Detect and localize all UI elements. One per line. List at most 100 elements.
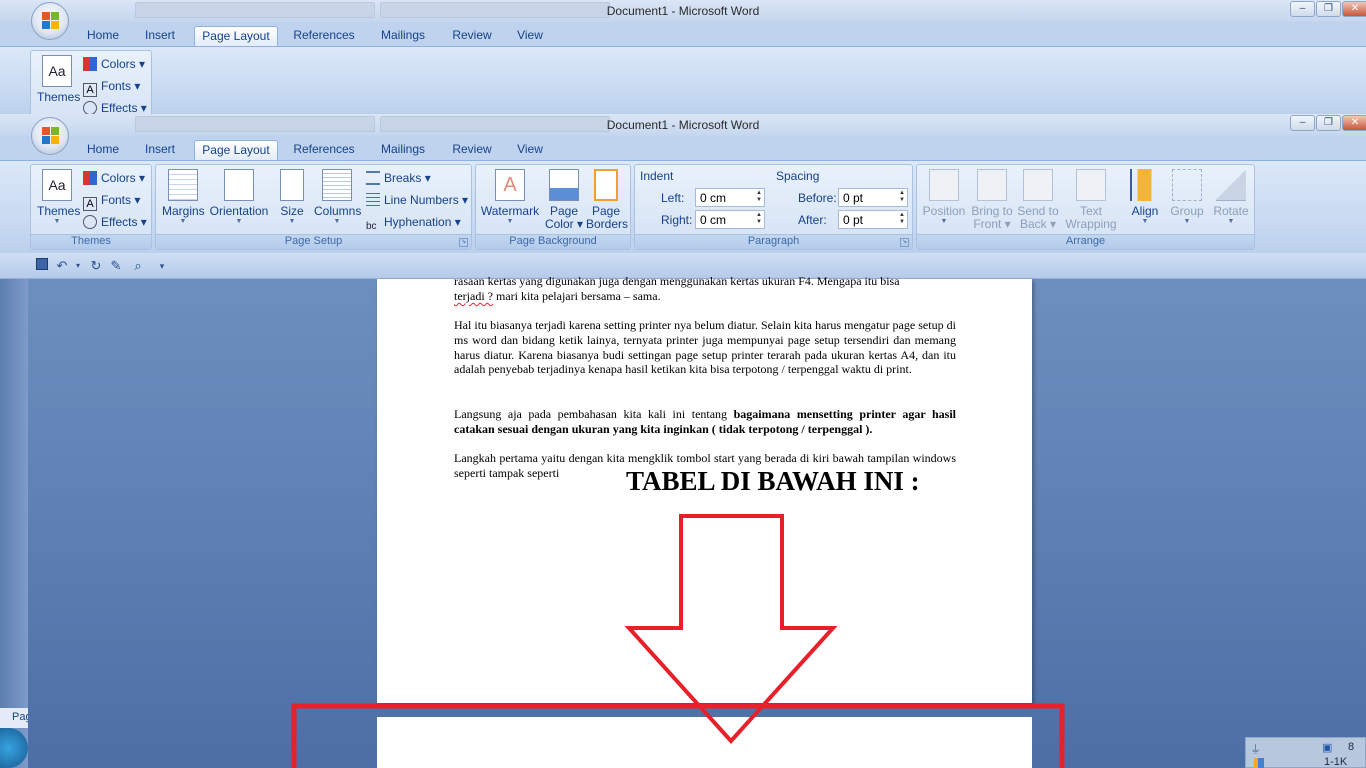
send-to-back-button[interactable]: Send to Back ▾ (1015, 169, 1061, 231)
bring-to-front-icon (977, 169, 1007, 201)
maximize-button[interactable]: ❐ (1316, 115, 1341, 131)
page-borders-icon (594, 169, 618, 201)
tab-review[interactable]: Review (448, 26, 496, 46)
rotate-button[interactable]: Rotate ▼ (1209, 169, 1253, 226)
office-button[interactable] (31, 2, 69, 40)
orientation-button[interactable]: Orientation ▼ (208, 169, 270, 226)
spacing-before-input[interactable]: 0 pt ▲ ▼ (838, 188, 908, 207)
indent-left-input[interactable]: 0 cm ▲ ▼ (695, 188, 765, 207)
group-themes: Aa Themes Colors ▾ A Fonts ▾ Effects ▾ (30, 50, 152, 114)
fonts-button[interactable]: A Fonts ▾ (83, 191, 140, 211)
document-paragraph-2: Hal itu biasanya terjadi karena setting … (454, 318, 956, 377)
colors-icon (83, 171, 97, 185)
text-wrapping-icon (1076, 169, 1106, 201)
page-borders-button[interactable]: Page Borders (586, 169, 628, 231)
dialog-launcher-icon[interactable]: ↘ (900, 238, 909, 247)
colors-icon (83, 57, 97, 71)
minimize-button[interactable]: – (1290, 115, 1315, 131)
minimize-button[interactable]: – (1290, 1, 1315, 17)
tab-references[interactable]: References (290, 26, 358, 46)
tab-review[interactable]: Review (448, 140, 496, 160)
margins-button[interactable]: Margins ▼ (162, 169, 205, 226)
group-caption-paragraph: Paragraph (635, 234, 912, 249)
position-icon (929, 169, 959, 201)
colors-button[interactable]: Colors ▾ (83, 169, 145, 187)
tab-home[interactable]: Home (80, 26, 126, 46)
group-icon (1172, 169, 1202, 201)
office-logo-icon (42, 12, 60, 30)
tray-value-a: 8 (1348, 741, 1355, 753)
themes-button[interactable]: Aa Themes ▼ (37, 169, 80, 226)
fonts-icon: A (83, 197, 97, 211)
tab-home[interactable]: Home (80, 140, 126, 160)
line-numbers-icon (366, 193, 380, 207)
network-icon[interactable]: ▣ (1322, 741, 1332, 754)
text-wrapping-button[interactable]: TextWrapping ▾ (1061, 169, 1121, 244)
line-numbers-button[interactable]: Line Numbers ▾ (366, 191, 468, 209)
themes-icon: Aa (42, 55, 72, 87)
columns-button[interactable]: Columns ▼ (314, 169, 361, 226)
edit-icon[interactable]: ✎ (108, 258, 124, 274)
document-paragraph-3: Langsung aja pada pembahasan kita kali i… (454, 407, 956, 436)
group-paragraph: Indent Left: 0 cm ▲ ▼ Right: 0 cm ▲ ▼ Spacin… (634, 164, 913, 250)
office-button[interactable] (31, 117, 69, 155)
tab-insert[interactable]: Insert (138, 140, 182, 160)
undo-icon[interactable]: ↶ (54, 258, 70, 274)
tray-value-b: 1-1K (1324, 756, 1348, 768)
tab-view[interactable]: View (510, 26, 550, 46)
breaks-icon (366, 171, 380, 185)
indent-left-label: Left: (661, 191, 685, 205)
align-icon (1130, 169, 1160, 201)
page-color-button[interactable]: Page Color ▾ (544, 169, 584, 231)
hyphenation-button[interactable]: bc Hyphenation ▾ (366, 213, 461, 232)
rotate-icon (1216, 169, 1246, 201)
indent-right-input[interactable]: 0 cm ▲ ▼ (695, 210, 765, 229)
title-bar: Document1 - Microsoft Word – ❐ ✕ (0, 0, 1366, 22)
tab-page-layout[interactable]: Page Layout (194, 140, 278, 160)
align-button[interactable]: Align ▼ (1125, 169, 1165, 226)
print-preview-icon[interactable]: ⌕ (130, 258, 146, 274)
close-button[interactable]: ✕ (1342, 1, 1366, 17)
effects-icon (83, 215, 97, 229)
send-to-back-icon (1023, 169, 1053, 201)
dialog-launcher-icon[interactable]: ↘ (459, 238, 468, 247)
redo-icon[interactable]: ↻ (88, 258, 104, 274)
tab-insert[interactable]: Insert (138, 26, 182, 46)
ribbon-back: Aa Themes Colors ▾ A Fonts ▾ Effects ▾ (0, 46, 1366, 114)
hyphenation-icon: bc (366, 221, 377, 232)
themes-button[interactable]: Aa Themes (37, 55, 80, 104)
window-title: Document1 - Microsoft Word (606, 4, 760, 18)
group-caption-page-background: Page Background (476, 234, 630, 249)
undo-dropdown-icon[interactable]: ▾ (70, 258, 86, 274)
tab-view[interactable]: View (510, 140, 550, 160)
document-page-next[interactable] (377, 717, 1032, 768)
bring-to-front-button[interactable]: Bring to Front ▾ (969, 169, 1015, 231)
group-button[interactable]: Group ▼ (1167, 169, 1207, 226)
fonts-button[interactable]: A Fonts ▾ (83, 77, 140, 97)
close-button[interactable]: ✕ (1342, 115, 1366, 131)
spacing-after-input[interactable]: 0 pt ▲ ▼ (838, 210, 908, 229)
tab-references[interactable]: References (290, 140, 358, 160)
tab-page-layout[interactable]: Page Layout (194, 26, 278, 46)
window-title: Document1 - Microsoft Word (606, 118, 760, 132)
colors-button[interactable]: Colors ▾ (83, 55, 145, 73)
maximize-button[interactable]: ❐ (1316, 1, 1341, 17)
tab-mailings[interactable]: Mailings (374, 26, 432, 46)
position-button[interactable]: Position ▼ (921, 169, 967, 226)
tray-icon[interactable]: ⏚ (1250, 741, 1261, 757)
customize-toolbar-icon[interactable]: ▾ (154, 258, 170, 274)
tab-mailings[interactable]: Mailings (374, 140, 432, 160)
watermark-button[interactable]: A Watermark ▼ (480, 169, 540, 226)
save-icon[interactable] (34, 258, 50, 274)
system-tray: ⏚ ▣ 8 1-1K (1245, 737, 1366, 768)
breaks-button[interactable]: Breaks ▾ (366, 169, 431, 187)
page-color-icon (549, 169, 579, 201)
group-caption-themes: Themes (31, 234, 151, 249)
document-paragraph-1-end: terjadi ? mari kita pelajari bersama – s… (454, 289, 661, 303)
office-logo-icon (42, 127, 60, 145)
effects-button[interactable]: Effects ▾ (83, 99, 147, 114)
size-button[interactable]: Size ▼ (276, 169, 308, 226)
effects-button[interactable]: Effects ▾ (83, 213, 147, 231)
columns-icon (322, 169, 352, 201)
background-window-bottom: Pag (0, 708, 32, 728)
